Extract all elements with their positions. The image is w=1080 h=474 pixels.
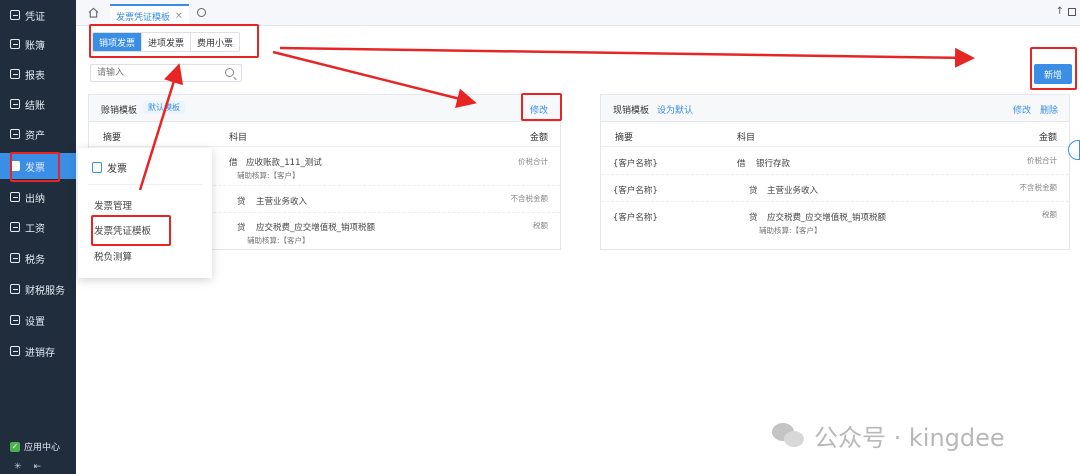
tab-bar: 发票凭证模板 × ↑: [76, 0, 1080, 26]
sidebar: 凭证 账簿 报表 结账 资产 发票 出纳 工资 税务 财税服务 设置 进销存 ✓…: [0, 0, 76, 474]
row-amount: 价税合计: [1027, 156, 1057, 165]
cashier-icon: [10, 192, 20, 202]
tab-invoice-voucher-template[interactable]: 发票凭证模板 ×: [110, 4, 189, 26]
col-summary: 摘要: [103, 133, 122, 143]
settings-icon: [10, 315, 20, 325]
sidebar-item-cashier[interactable]: 出纳: [0, 184, 76, 210]
annotation-box-edit: [521, 93, 562, 121]
sidebar-item-voucher[interactable]: 凭证: [0, 2, 76, 28]
ledger-icon: [10, 39, 20, 49]
search-box: [90, 64, 242, 82]
collapse-sidebar-icon[interactable]: ⇤: [34, 462, 42, 472]
home-icon[interactable]: [88, 7, 99, 18]
finance-service-icon: [10, 284, 20, 294]
table-row[interactable]: {客户名称} 贷 主营业务收入 不含税金额: [601, 175, 1069, 202]
row-aux: 辅助核算:【客户】: [759, 226, 822, 235]
edit-link[interactable]: 修改: [1013, 103, 1031, 116]
app-center-icon: ✓: [10, 441, 20, 452]
card-header: 现销模板 设为默认 修改 删除: [601, 95, 1069, 122]
table-row[interactable]: {客户名称} 贷 应交税费_应交增值税_销项税额 辅助核算:【客户】 税额: [601, 202, 1069, 242]
dc-mark: 贷: [749, 186, 758, 196]
annotation-box-new: [1030, 47, 1077, 90]
row-summary: {客户名称}: [613, 213, 658, 223]
row-subject: 银行存款: [756, 159, 791, 169]
col-amount: 金额: [1038, 133, 1057, 143]
card-title: 赊销模板: [101, 106, 138, 116]
set-default-link[interactable]: 设为默认: [657, 103, 693, 116]
inventory-icon: [10, 346, 20, 356]
menu-item-tax-burden-calc[interactable]: 税负测算: [94, 249, 132, 263]
sidebar-item-assets[interactable]: 资产: [0, 121, 76, 147]
report-icon: [10, 69, 20, 79]
sidebar-item-ledger[interactable]: 账簿: [0, 31, 76, 57]
sidebar-item-inventory[interactable]: 进销存: [0, 338, 76, 364]
submenu-divider: [88, 184, 202, 185]
annotation-box-template-menu: [91, 215, 171, 246]
assets-icon: [10, 129, 20, 139]
arrow-to-new: [279, 46, 975, 68]
row-amount: 税额: [1042, 210, 1057, 219]
dc-mark: 贷: [237, 223, 246, 233]
submenu-title: 发票: [92, 160, 127, 175]
row-summary: {客户名称}: [613, 159, 658, 169]
card-title: 现销模板: [613, 106, 650, 116]
row-subject: 应收账款_111_测试: [246, 158, 322, 168]
row-amount: 价税合计: [518, 157, 548, 166]
sidebar-item-finance-service[interactable]: 财税服务: [0, 276, 76, 302]
annotation-box-invoice-nav: [10, 152, 60, 182]
sidebar-item-closing[interactable]: 结账: [0, 91, 76, 117]
invoice-submenu: 发票 发票管理 发票凭证模板 税负测算: [78, 148, 212, 278]
template-card-cash-sale: 现销模板 设为默认 修改 删除 摘要 科目 金额 {客户名称} 借 银行存款 价…: [600, 94, 1070, 250]
row-aux: 辅助核算:【客户】: [237, 171, 300, 180]
invoice-icon: [92, 162, 102, 173]
theme-icon[interactable]: ✳: [14, 462, 22, 472]
close-tab-icon[interactable]: ×: [175, 11, 183, 21]
col-subject: 科目: [229, 133, 248, 143]
row-summary: {客户名称}: [613, 186, 658, 196]
delete-link[interactable]: 删除: [1040, 103, 1058, 116]
card-header: 赊销模板 默认模板 修改: [89, 95, 560, 122]
row-subject: 应交税费_应交增值税_销项税额: [767, 213, 887, 223]
voucher-icon: [10, 10, 20, 20]
default-badge: 默认模板: [143, 101, 185, 114]
table-row[interactable]: {客户名称} 借 银行存款 价税合计: [601, 148, 1069, 175]
annotation-box-segments: [89, 24, 259, 58]
column-header: 摘要 科目 金额: [89, 123, 560, 147]
menu-item-invoice-management[interactable]: 发票管理: [94, 198, 132, 212]
col-summary: 摘要: [615, 133, 634, 143]
row-aux: 辅助核算:【客户】: [247, 236, 310, 245]
col-subject: 科目: [737, 133, 756, 143]
closing-icon: [10, 99, 20, 109]
tab-more-icon[interactable]: [197, 8, 206, 17]
fullscreen-icon[interactable]: [1068, 8, 1076, 16]
dc-mark: 贷: [237, 197, 246, 207]
scroll-top-icon[interactable]: ↑: [1056, 6, 1064, 17]
sidebar-item-settings[interactable]: 设置: [0, 307, 76, 333]
watermark: 公众号 · kingdee: [772, 418, 1005, 453]
row-amount: 税额: [533, 221, 548, 230]
search-icon[interactable]: [225, 68, 234, 77]
dc-mark: 借: [737, 159, 746, 169]
dc-mark: 贷: [749, 213, 758, 223]
row-amount: 不含税金额: [1019, 183, 1058, 192]
sidebar-item-payroll[interactable]: 工资: [0, 214, 76, 240]
sidebar-footer: ✳ ⇤: [14, 462, 41, 472]
payroll-icon: [10, 222, 20, 232]
col-amount: 金额: [529, 133, 548, 143]
row-subject: 应交税费_应交增值税_销项税额: [256, 223, 376, 233]
sidebar-item-report[interactable]: 报表: [0, 61, 76, 87]
row-subject: 主营业务收入: [256, 197, 308, 207]
app-center-button[interactable]: ✓ 应用中心: [10, 440, 60, 453]
dc-mark: 借: [229, 158, 238, 168]
tax-icon: [10, 253, 20, 263]
sidebar-item-tax[interactable]: 税务: [0, 245, 76, 271]
column-header: 摘要 科目 金额: [601, 123, 1069, 147]
row-amount: 不含税金额: [510, 194, 549, 203]
row-subject: 主营业务收入: [767, 186, 819, 196]
search-input[interactable]: [91, 65, 221, 81]
wechat-logo-icon: [772, 422, 806, 449]
